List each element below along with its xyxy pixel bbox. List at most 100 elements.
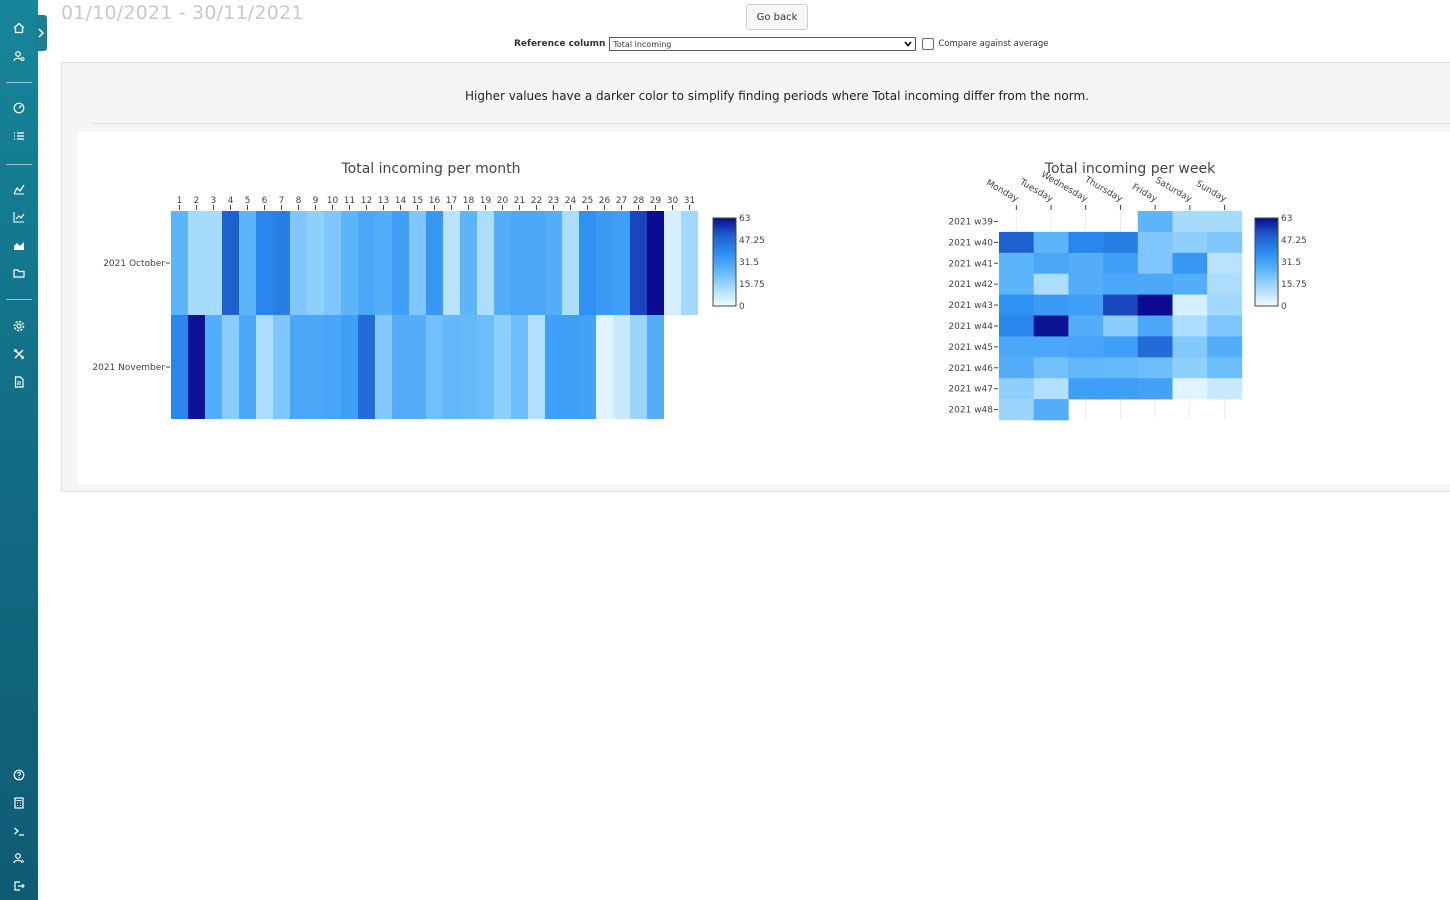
heatmap-cell [1172, 273, 1208, 295]
heatmap-cell [1103, 294, 1139, 316]
analytics-nav-button[interactable] [9, 179, 29, 199]
document-nav-button[interactable] [9, 372, 29, 392]
heatmap-cell [273, 315, 290, 419]
heatmap-cell [1137, 357, 1173, 379]
list-nav-button[interactable] [9, 126, 29, 146]
x-tick-label: 23 [548, 196, 559, 206]
x-tick-label: 5 [245, 196, 251, 206]
go-back-button[interactable]: Go back [746, 4, 808, 30]
x-tick-label: 30 [667, 196, 679, 206]
home-nav-button[interactable] [9, 18, 29, 38]
sidebar [0, 0, 38, 900]
heatmap-cell [1172, 336, 1208, 358]
analytics-icon [13, 184, 25, 195]
help-nav-button[interactable] [9, 765, 29, 785]
heatmap-cell [1033, 294, 1069, 316]
sidebar-divider [6, 164, 32, 165]
heatmap-cell [256, 211, 273, 315]
hint-text: Higher values have a darker color to sim… [465, 89, 1089, 103]
heatmap-cell [1137, 211, 1173, 233]
dashboard-nav-button[interactable] [9, 98, 29, 118]
line-chart-icon [13, 212, 25, 223]
heatmap-cell [1207, 315, 1243, 337]
heatmap-cell [460, 211, 477, 315]
x-tick-label: 24 [565, 196, 577, 206]
terminal-nav-button[interactable] [9, 821, 29, 841]
user-settings-icon [13, 51, 25, 62]
heatmap-cell [375, 211, 392, 315]
x-tick-label: 1 [177, 196, 183, 206]
heatmap-cell [999, 378, 1034, 400]
heatmap-cell [1207, 357, 1243, 379]
heatmap-cell [358, 211, 375, 315]
heatmap-cell [1033, 315, 1069, 337]
home-icon [13, 22, 25, 34]
heatmap-cell [1068, 315, 1104, 337]
heatmap-cell [375, 315, 392, 419]
heatmap-cell [477, 315, 494, 419]
area-chart-nav-button[interactable] [9, 235, 29, 255]
colorbar-tick-label: 31.5 [739, 258, 759, 268]
heatmap-cell [1033, 336, 1069, 358]
heatmap-cell [477, 211, 494, 315]
x-tick-label: 9 [313, 196, 319, 206]
compare-average-checkbox[interactable] [922, 38, 935, 50]
x-tick-label: 16 [429, 196, 441, 206]
heatmap-cell [1172, 357, 1208, 379]
y-tick-label: 2021 October [103, 259, 165, 269]
heatmap-cell [999, 252, 1034, 274]
x-tick-label: 18 [463, 196, 475, 206]
gear-nav-button[interactable] [9, 316, 29, 336]
colorbar-tick-label: 31.5 [1281, 258, 1301, 268]
reference-column-select[interactable]: Total incoming [609, 37, 917, 51]
colorbar-tick-label: 63 [1281, 214, 1292, 224]
area-chart-icon [14, 242, 24, 250]
heatmap-cell [1172, 231, 1208, 254]
x-tick-label: 14 [395, 196, 407, 206]
heatmap-cell [256, 315, 273, 419]
heatmap-cell [494, 211, 511, 315]
calculator-icon [14, 797, 24, 809]
user-settings-nav-button[interactable] [9, 46, 29, 66]
x-tick-label: 4 [228, 196, 234, 206]
sidebar-expand-button[interactable] [34, 15, 47, 51]
heatmap-cell [1033, 231, 1069, 254]
heatmap-cell [443, 315, 460, 419]
y-tick-label: 2021 w43 [948, 301, 993, 311]
y-tick-label: 2021 w39 [948, 217, 993, 227]
heatmap-cell [307, 211, 324, 315]
calculator-nav-button[interactable] [9, 793, 29, 813]
heatmap-cell [205, 315, 222, 419]
heatmap-charts: Total incoming per month1 2 3 4 5 6 7 8 9 10 11 12 1… [92, 161, 1307, 421]
tools-nav-button[interactable] [9, 344, 29, 364]
terminal-icon [14, 827, 24, 836]
colorbar-tick-label: 63 [739, 214, 750, 224]
y-tick-label: 2021 November [92, 363, 165, 373]
heatmap-cell [239, 211, 256, 315]
x-tick-label: Friday [1130, 182, 1159, 205]
user-nav-button[interactable] [9, 848, 29, 868]
reference-column-row: Reference column Total incoming Compare … [514, 37, 1048, 51]
heatmap-cell [494, 315, 511, 419]
heatmap-cell [999, 231, 1034, 254]
heatmap-cell [681, 211, 698, 315]
logout-nav-button[interactable] [9, 876, 29, 896]
compare-average-label: Compare against average [938, 39, 1049, 49]
heatmap-cell [205, 211, 222, 315]
folder-nav-button[interactable] [9, 263, 29, 283]
heatmap-cell [613, 315, 630, 419]
heatmap-cell [1068, 336, 1104, 358]
heatmap-cell [341, 211, 358, 315]
heatmap-cell [511, 211, 528, 315]
list-icon [14, 132, 24, 140]
heatmap-cell [222, 315, 239, 419]
x-tick-label: 28 [633, 196, 645, 206]
heatmap-cell [528, 211, 545, 315]
heatmap-cell [239, 315, 256, 419]
heatmap-cell [630, 315, 647, 419]
x-tick-label: 20 [497, 196, 509, 206]
y-tick-label: 2021 w42 [948, 280, 993, 290]
line-chart-nav-button[interactable] [9, 207, 29, 227]
heatmap-cell [188, 315, 205, 419]
heatmap-cell [324, 315, 341, 419]
